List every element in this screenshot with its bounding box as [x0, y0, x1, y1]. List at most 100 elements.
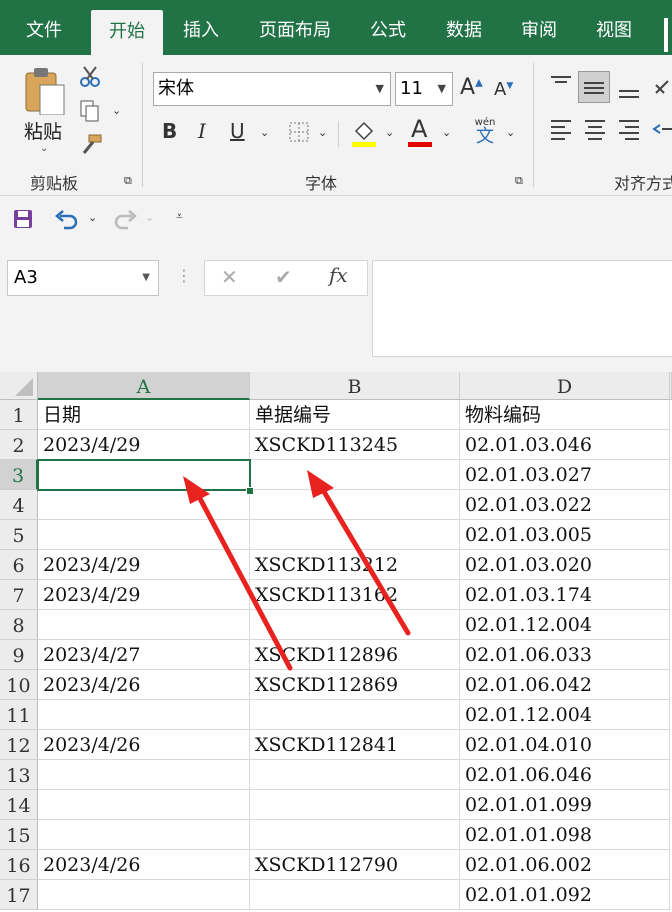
cell-b-11[interactable] — [250, 700, 460, 730]
fill-color-icon[interactable] — [350, 117, 378, 149]
align-center-icon[interactable] — [583, 117, 607, 141]
cell-b-3[interactable] — [250, 460, 460, 490]
redo-icon[interactable] — [112, 208, 138, 230]
row-header[interactable]: 7 — [0, 580, 38, 610]
cell-b-9[interactable]: XSCKD112896 — [250, 640, 460, 670]
row-header[interactable]: 2 — [0, 430, 38, 460]
tab-data[interactable]: 数据 — [434, 0, 494, 55]
decrease-indent-icon[interactable] — [652, 117, 672, 141]
row-header[interactable]: 14 — [0, 790, 38, 820]
row-header[interactable]: 16 — [0, 850, 38, 880]
row-header[interactable]: 1 — [0, 400, 38, 430]
top-align-icon[interactable] — [549, 73, 573, 93]
underline-button[interactable]: U — [230, 121, 245, 141]
row-header[interactable]: 13 — [0, 760, 38, 790]
column-header-a[interactable]: A — [38, 372, 250, 400]
insert-function-icon[interactable]: fx — [329, 265, 348, 285]
undo-dropdown-icon[interactable]: ⌄ — [88, 212, 97, 223]
cell-d-11[interactable]: 02.01.12.004 — [460, 700, 670, 730]
cell-a-14[interactable] — [38, 790, 250, 820]
cell-d-10[interactable]: 02.01.06.042 — [460, 670, 670, 700]
cell-d-8[interactable]: 02.01.12.004 — [460, 610, 670, 640]
redo-dropdown-icon[interactable]: ⌄ — [145, 212, 154, 223]
column-header-b[interactable]: B — [250, 372, 460, 400]
tab-home[interactable]: 开始 — [91, 10, 163, 55]
font-name-box[interactable]: 宋体 ▼ — [153, 72, 391, 106]
cell-a-15[interactable] — [38, 820, 250, 850]
cell-a-10[interactable]: 2023/4/26 — [38, 670, 250, 700]
cell-b-4[interactable] — [250, 490, 460, 520]
decrease-font-icon[interactable]: A▼ — [494, 81, 513, 99]
font-color-dropdown-icon[interactable]: ⌄ — [442, 127, 451, 138]
cell-b-14[interactable] — [250, 790, 460, 820]
cell-a-4[interactable] — [38, 490, 250, 520]
increase-font-icon[interactable]: A▲ — [460, 77, 483, 99]
tab-insert[interactable]: 插入 — [170, 0, 232, 55]
cell-d-17[interactable]: 02.01.01.092 — [460, 880, 670, 910]
cell-b-6[interactable]: XSCKD113212 — [250, 550, 460, 580]
format-painter-icon[interactable] — [79, 133, 103, 157]
cell-a-17[interactable] — [38, 880, 250, 910]
tab-file[interactable]: 文件 — [14, 0, 74, 55]
cell-b-17[interactable] — [250, 880, 460, 910]
tab-review[interactable]: 审阅 — [509, 0, 569, 55]
row-header[interactable]: 5 — [0, 520, 38, 550]
customize-qat-icon[interactable]: ⩡ — [176, 210, 183, 222]
middle-align-button[interactable] — [578, 71, 610, 103]
column-header-d[interactable]: D — [460, 372, 670, 400]
font-size-dropdown-icon[interactable]: ▼ — [438, 73, 446, 105]
cell-a-7[interactable]: 2023/4/29 — [38, 580, 250, 610]
cell-d-6[interactable]: 02.01.03.020 — [460, 550, 670, 580]
align-right-icon[interactable] — [617, 117, 641, 141]
copy-dropdown-icon[interactable]: ⌄ — [112, 105, 121, 116]
select-all-corner[interactable] — [0, 372, 38, 400]
border-dropdown-icon[interactable]: ⌄ — [318, 127, 327, 138]
row-header[interactable]: 8 — [0, 610, 38, 640]
bold-button[interactable]: B — [162, 121, 177, 141]
cut-icon[interactable] — [79, 65, 101, 87]
cell-d-5[interactable]: 02.01.03.005 — [460, 520, 670, 550]
row-header[interactable]: 17 — [0, 880, 38, 910]
cell-b-8[interactable] — [250, 610, 460, 640]
row-header[interactable]: 6 — [0, 550, 38, 580]
cell-b-5[interactable] — [250, 520, 460, 550]
phonetic-dropdown-icon[interactable]: ⌄ — [506, 127, 515, 138]
font-size-box[interactable]: 11 ▼ — [395, 72, 453, 106]
bottom-align-icon[interactable] — [617, 79, 641, 103]
fill-handle[interactable] — [246, 487, 254, 495]
cell-a-1[interactable]: 日期 — [38, 400, 250, 430]
cell-d-14[interactable]: 02.01.01.099 — [460, 790, 670, 820]
row-header[interactable]: 10 — [0, 670, 38, 700]
fill-color-dropdown-icon[interactable]: ⌄ — [385, 127, 394, 138]
row-header[interactable]: 4 — [0, 490, 38, 520]
cell-b-1[interactable]: 单据编号 — [250, 400, 460, 430]
cell-a-8[interactable] — [38, 610, 250, 640]
copy-icon[interactable] — [79, 99, 101, 123]
cell-b-7[interactable]: XSCKD113162 — [250, 580, 460, 610]
tab-formulas[interactable]: 公式 — [358, 0, 418, 55]
cell-d-3[interactable]: 02.01.03.027 — [460, 460, 670, 490]
row-header[interactable]: 11 — [0, 700, 38, 730]
cell-a-11[interactable] — [38, 700, 250, 730]
cell-a-6[interactable]: 2023/4/29 — [38, 550, 250, 580]
cell-d-4[interactable]: 02.01.03.022 — [460, 490, 670, 520]
row-header[interactable]: 3 — [0, 460, 38, 490]
cell-d-1[interactable]: 物料编码 — [460, 400, 670, 430]
formula-input[interactable] — [372, 260, 672, 357]
cell-b-13[interactable] — [250, 760, 460, 790]
active-cell-a3[interactable] — [37, 459, 251, 491]
name-box[interactable]: A3 ▼ — [7, 260, 159, 296]
row-header[interactable]: 15 — [0, 820, 38, 850]
cell-b-12[interactable]: XSCKD112841 — [250, 730, 460, 760]
cell-d-2[interactable]: 02.01.03.046 — [460, 430, 670, 460]
underline-dropdown-icon[interactable]: ⌄ — [260, 127, 269, 138]
enter-icon[interactable]: ✔ — [275, 267, 292, 287]
cancel-icon[interactable]: ✕ — [221, 267, 238, 287]
cell-a-12[interactable]: 2023/4/26 — [38, 730, 250, 760]
row-header[interactable]: 12 — [0, 730, 38, 760]
save-icon[interactable] — [12, 208, 34, 230]
cell-d-13[interactable]: 02.01.06.046 — [460, 760, 670, 790]
orientation-icon[interactable] — [652, 75, 672, 99]
tab-view[interactable]: 视图 — [584, 0, 644, 55]
row-header[interactable]: 9 — [0, 640, 38, 670]
